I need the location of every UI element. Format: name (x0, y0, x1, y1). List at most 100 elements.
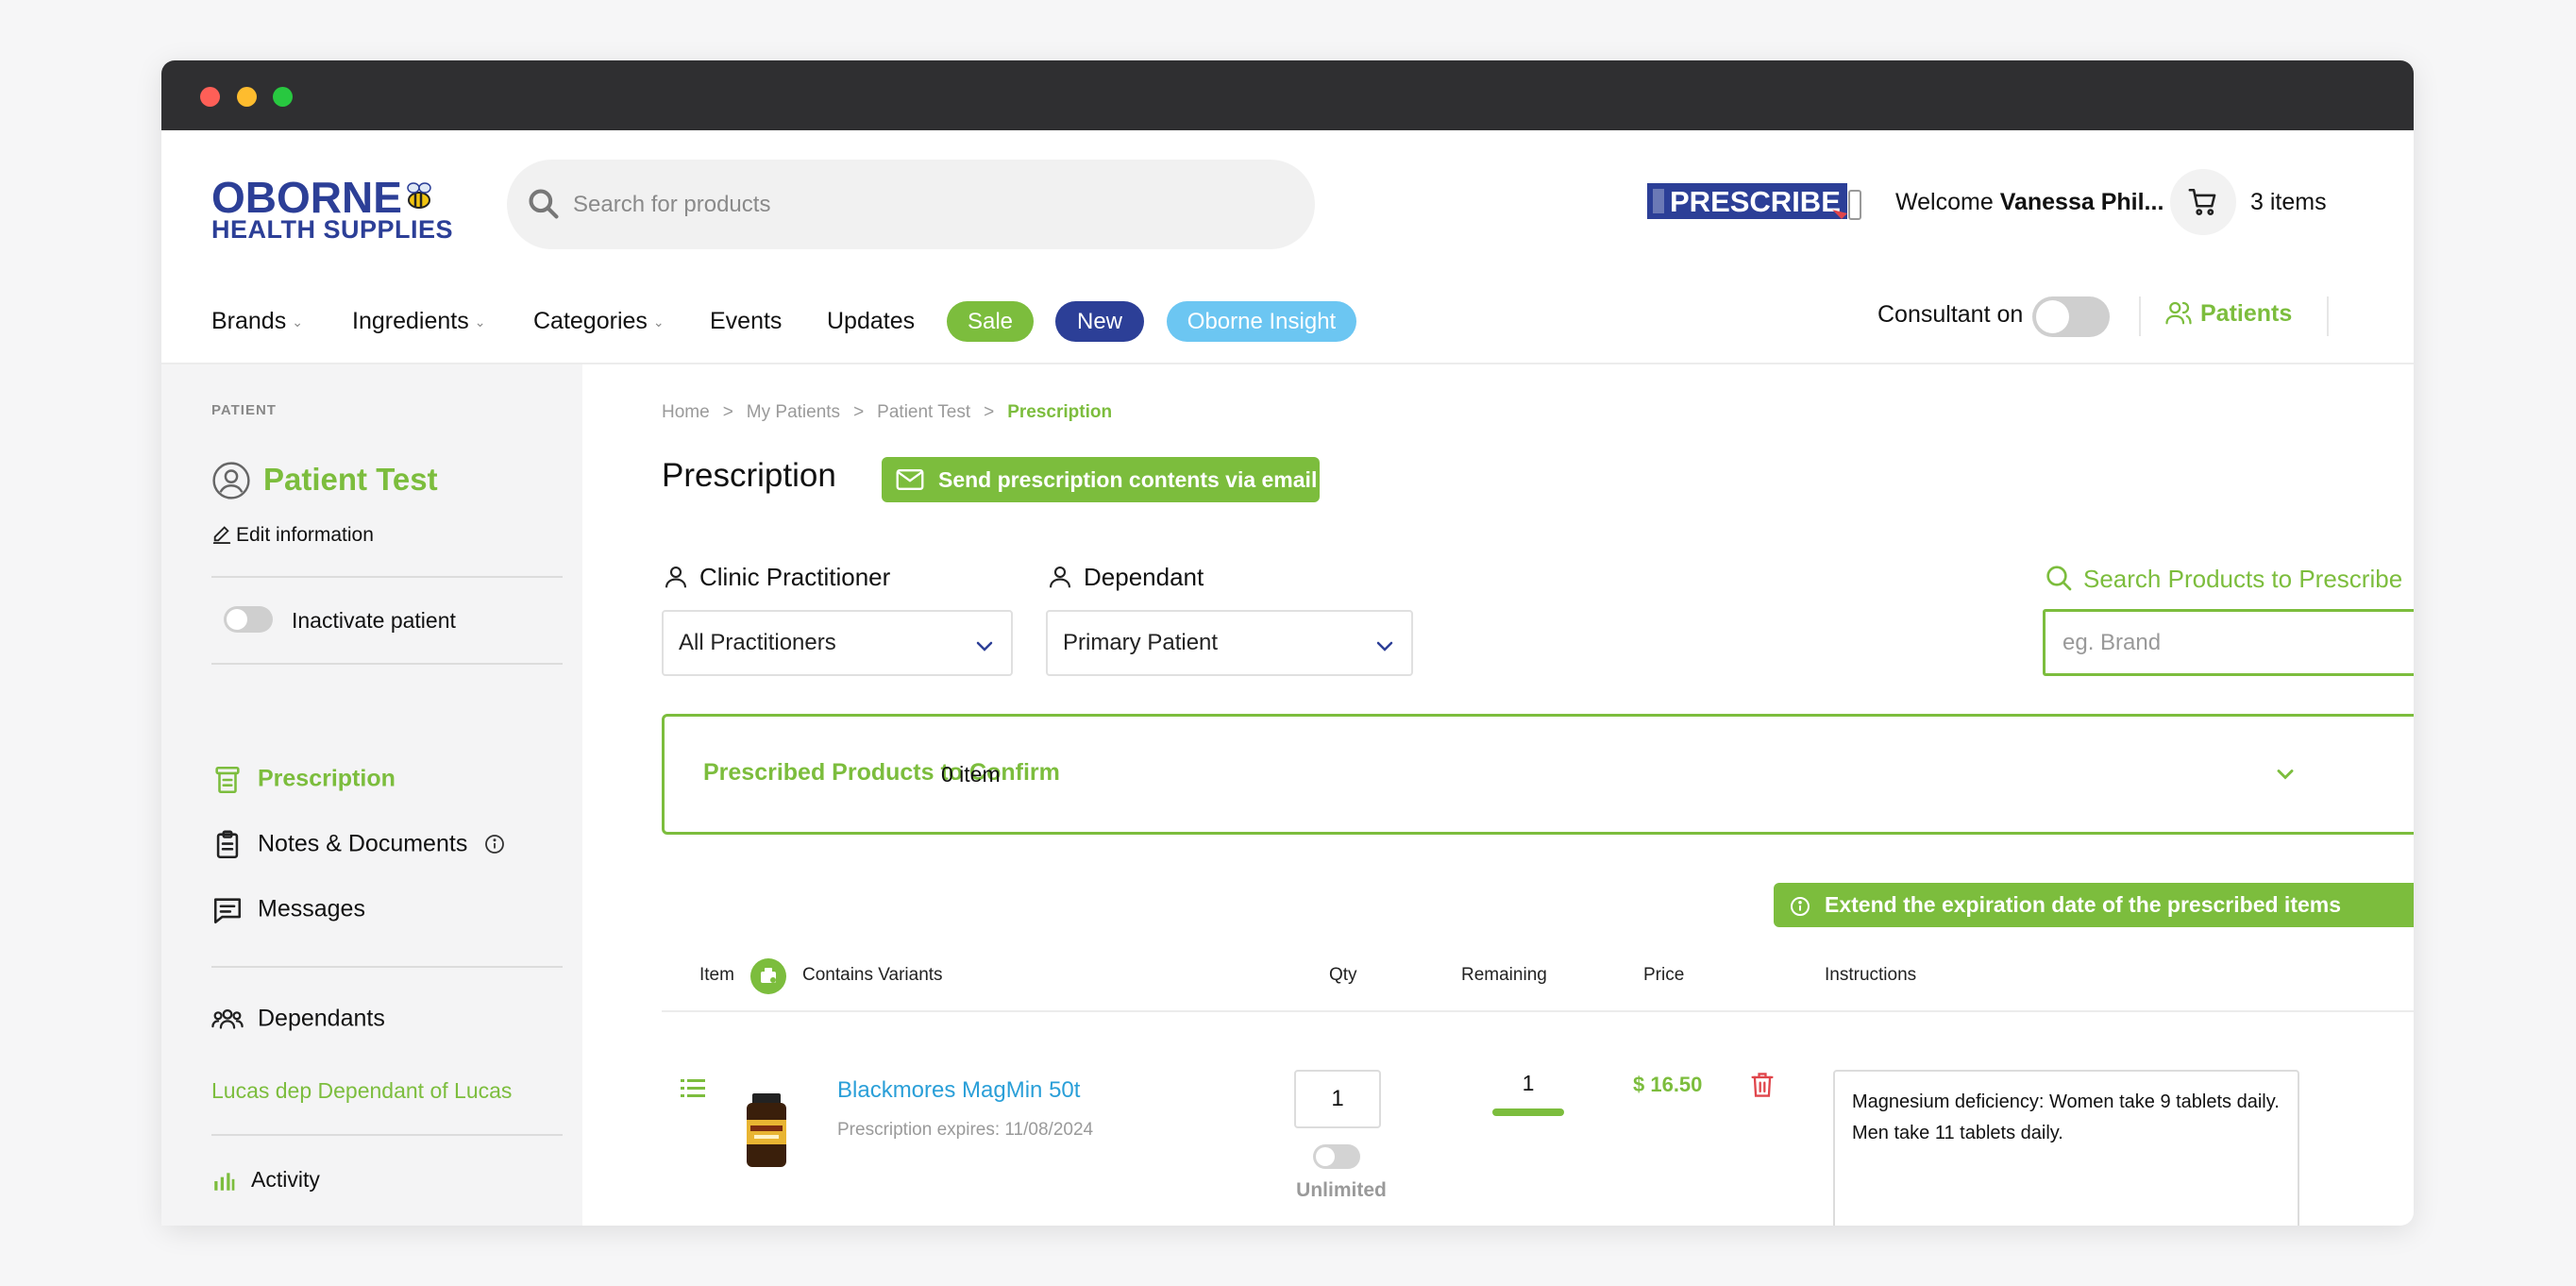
nav-categories-label: Categories (533, 308, 648, 334)
toggle-knob (2036, 300, 2069, 333)
column-header-item: Item (699, 965, 734, 985)
chevron-down-icon: ⌄ (652, 313, 665, 330)
app-content: OBORNE HEALTH SUPPLIES PRESCRIBE Welcome… (161, 60, 2414, 1226)
breadcrumb-separator: > (984, 402, 995, 422)
sidebar-item-prescription[interactable]: Prescription (211, 764, 396, 796)
prescribe-search-input[interactable] (2043, 609, 2414, 676)
extend-expiration-button[interactable]: Extend the expiration date of the prescr… (1774, 883, 2414, 927)
breadcrumb-patient[interactable]: Patient Test (877, 402, 970, 422)
search-icon (2046, 566, 2072, 591)
bee-icon (407, 182, 431, 209)
search-icon (529, 189, 559, 219)
patients-link[interactable]: Patients (2164, 298, 2292, 328)
unlimited-toggle[interactable] (1313, 1144, 1360, 1169)
oborne-logo[interactable]: OBORNE HEALTH SUPPLIES (211, 176, 454, 244)
mail-icon (896, 469, 924, 490)
list-icon[interactable] (681, 1077, 705, 1100)
column-header-variants: Contains Variants (802, 965, 943, 985)
breadcrumb-separator: > (853, 402, 865, 422)
search-products-label-text: Search Products to Prescribe (2083, 565, 2403, 593)
prescribed-products-title: Prescribed Products to Confirm (703, 759, 1060, 786)
users-icon (2165, 301, 2192, 325)
welcome-message[interactable]: Welcome Vanessa Phil... (1895, 189, 2164, 216)
prescribe-logo-graphic: PRESCRIBE (1647, 183, 1861, 220)
nav-updates[interactable]: Updates (827, 308, 915, 335)
consultant-toggle[interactable] (2032, 296, 2110, 337)
oborne-insight-pill[interactable]: Oborne Insight (1167, 301, 1356, 342)
practitioner-label: Clinic Practitioner (662, 563, 890, 592)
sidebar-item-label: Prescription (258, 765, 396, 792)
chevron-down-icon (976, 641, 993, 651)
practitioner-select[interactable]: All Practitioners (662, 610, 1013, 676)
info-icon (1791, 897, 1810, 916)
quantity-input[interactable] (1294, 1070, 1381, 1128)
nav-events[interactable]: Events (710, 308, 782, 335)
edit-information-label: Edit information (236, 524, 374, 546)
bar-chart-icon (214, 1173, 235, 1191)
pencil-icon (212, 526, 231, 544)
column-header-qty: Qty (1329, 965, 1357, 985)
breadcrumb-my-patients[interactable]: My Patients (747, 402, 840, 422)
product-search-bar[interactable] (507, 160, 1315, 249)
prescribe-logo[interactable]: PRESCRIBE (1647, 181, 1862, 223)
chevron-down-icon[interactable] (2272, 761, 2298, 787)
page-title: Prescription (662, 457, 836, 494)
group-icon (211, 1008, 244, 1029)
nav-ingredients[interactable]: Ingredients ⌄ (352, 308, 485, 335)
nav-brands[interactable]: Brands ⌄ (211, 308, 303, 335)
edit-information-link[interactable]: Edit information (211, 523, 374, 547)
sidebar-divider (211, 966, 563, 968)
cart-count[interactable]: 3 items (2250, 189, 2327, 216)
consultant-label: Consultant on (1877, 301, 2024, 328)
chevron-down-icon (1376, 641, 1393, 651)
dependant-link[interactable]: Lucas dep Dependant of Lucas (211, 1078, 512, 1104)
breadcrumb: Home > My Patients > Patient Test > Prescripti… (662, 402, 1112, 423)
product-image[interactable] (735, 1091, 798, 1169)
breadcrumb-current: Prescription (1007, 402, 1113, 422)
column-header-instructions: Instructions (1825, 965, 1917, 985)
sidebar-item-label: Activity (251, 1167, 320, 1192)
trash-icon[interactable] (1749, 1071, 1776, 1099)
patient-name: Patient Test (263, 462, 438, 497)
practitioner-select-value: All Practitioners (679, 630, 836, 655)
breadcrumb-home[interactable]: Home (662, 402, 710, 422)
cart-button[interactable] (2170, 169, 2236, 235)
sale-pill[interactable]: Sale (947, 301, 1034, 342)
prescription-bottle-icon (215, 766, 240, 794)
product-search-input[interactable] (573, 160, 1290, 249)
new-pill[interactable]: New (1055, 301, 1144, 342)
dependant-select-value: Primary Patient (1063, 630, 1219, 655)
dependant-label: Dependant (1046, 563, 1204, 592)
variants-badge (750, 958, 786, 994)
welcome-prefix: Welcome (1895, 189, 2000, 215)
dependant-select[interactable]: Primary Patient (1046, 610, 1413, 676)
sidebar-item-messages[interactable]: Messages (211, 894, 365, 926)
column-header-price: Price (1643, 965, 1685, 985)
chevron-down-icon: ⌄ (474, 313, 486, 330)
inactivate-patient-toggle[interactable] (224, 606, 273, 633)
prescribed-products-count: 0 item (941, 762, 1001, 787)
sidebar-item-activity[interactable]: Activity (211, 1167, 320, 1193)
sidebar-item-dependants[interactable]: Dependants (211, 1004, 385, 1036)
nav-categories[interactable]: Categories ⌄ (533, 308, 665, 335)
sidebar-item-notes-documents[interactable]: Notes & Documents (211, 829, 506, 861)
toggle-knob (227, 609, 247, 630)
extend-expiration-label: Extend the expiration date of the prescr… (1825, 892, 2342, 917)
inactivate-patient-label: Inactivate patient (292, 608, 456, 633)
sidebar-item-label: Dependants (258, 1005, 385, 1032)
user-icon (1049, 566, 1071, 588)
unlimited-label: Unlimited (1296, 1179, 1387, 1201)
send-email-button[interactable]: Send prescription contents via email (882, 457, 1320, 502)
info-icon[interactable] (483, 833, 506, 855)
logo-sub-text: HEALTH SUPPLIES (211, 215, 454, 244)
search-products-label: Search Products to Prescribe (2044, 563, 2402, 594)
toggle-knob (1316, 1147, 1335, 1166)
sidebar-divider (211, 576, 563, 578)
prescription-expiry: Prescription expires: 11/08/2024 (837, 1120, 1094, 1140)
chevron-down-icon: ⌄ (292, 313, 303, 330)
sidebar-divider (211, 1134, 563, 1136)
nav-separator (2327, 296, 2329, 336)
instructions-textarea[interactable]: Magnesium deficiency: Women take 9 table… (1833, 1070, 2299, 1226)
product-name-link[interactable]: Blackmores MagMin 50t (837, 1077, 1080, 1104)
sidebar-item-label: Messages (258, 895, 365, 922)
